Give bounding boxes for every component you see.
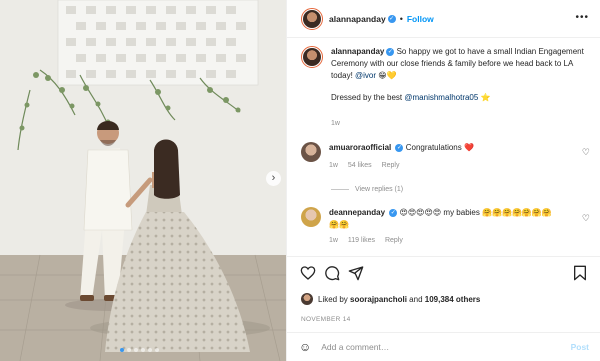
commenter-avatar[interactable] <box>301 142 321 162</box>
liked-by-summary: Liked by soorajpancholi and 109,384 othe… <box>301 293 480 305</box>
carousel-dot-5 <box>148 348 152 352</box>
commenter-avatar[interactable] <box>301 207 321 227</box>
heart-icon[interactable] <box>300 265 316 281</box>
emoji-icon[interactable]: ☺ <box>299 340 311 354</box>
bookmark-icon[interactable] <box>573 265 587 281</box>
comment-meta: 1w 54 likes Reply <box>329 160 561 172</box>
comment-likes[interactable]: 54 likes <box>348 162 372 169</box>
comment-reply-button[interactable]: Reply <box>385 237 403 244</box>
carousel-dot-4 <box>141 348 145 352</box>
post-header: alannapanday ✓ • Follow ••• <box>287 0 600 38</box>
post-photo[interactable]: › <box>0 0 286 361</box>
caption-paragraph-1: alannapanday ✓ So happy we got to have a … <box>331 46 586 82</box>
commenter-username[interactable]: amuaroraofficial <box>329 143 391 152</box>
liked-by-count[interactable]: 109,384 others <box>425 295 481 304</box>
liked-by-prefix: Liked by <box>318 294 348 304</box>
add-comment-bar: ☺ Post <box>287 332 600 361</box>
caption-author-avatar[interactable] <box>301 46 323 68</box>
comment-likes[interactable]: 119 likes <box>348 237 375 244</box>
post-date[interactable]: NOVEMBER 14 <box>301 316 351 323</box>
comment-time[interactable]: 1w <box>329 237 338 244</box>
author-avatar[interactable] <box>301 7 323 30</box>
comment-like-heart-icon[interactable]: ♡ <box>582 213 590 224</box>
author-username[interactable]: alannapanday <box>329 14 386 24</box>
carousel-dot-2 <box>127 348 131 352</box>
verified-badge-icon: ✓ <box>395 143 404 152</box>
comment-time[interactable]: 1w <box>329 162 338 169</box>
post-actions-bar <box>287 256 600 291</box>
comment-text-row: deannepanday ✓ 😍😍😍😍😍 my babies 🤗🤗🤗🤗🤗🤗🤗🤗🤗 <box>329 207 561 231</box>
liked-by-user[interactable]: soorajpancholi <box>350 295 407 304</box>
follow-button[interactable]: Follow <box>407 14 434 24</box>
comment-meta: 1w 119 likes Reply <box>329 235 561 247</box>
post-details-panel: alannapanday ✓ • Follow ••• alannapanday… <box>286 0 600 361</box>
verified-badge-icon: ✓ <box>386 47 395 56</box>
red-heart-emoji: ❤️ <box>464 143 474 152</box>
comment-text-row: amuaroraofficial ✓ Congratulations ❤️ <box>329 142 561 154</box>
carousel-dot-6 <box>155 348 159 352</box>
caption-username[interactable]: alannapanday <box>331 47 384 56</box>
verified-badge-icon: ✓ <box>389 208 398 217</box>
header-separator: • <box>399 13 403 24</box>
comment-item: amuaroraofficial ✓ Congratulations ❤️ 1w… <box>301 142 591 172</box>
caption-emojis-2: ⭐ <box>480 93 491 102</box>
liker-avatar[interactable] <box>301 293 313 305</box>
mention-link-manishmalhotra[interactable]: @manishmalhotra05 <box>404 93 478 102</box>
carousel-next-button[interactable]: › <box>266 171 281 186</box>
more-options-icon[interactable]: ••• <box>575 12 589 23</box>
comment-input[interactable] <box>321 342 571 352</box>
verified-badge-icon: ✓ <box>387 14 396 23</box>
view-replies-label: View replies (1) <box>355 186 404 193</box>
view-replies-line <box>331 189 349 190</box>
caption-text: alannapanday ✓ So happy we got to have a … <box>331 46 586 104</box>
chevron-right-icon: › <box>271 172 276 184</box>
caption-emojis-1: 😁💛 <box>378 71 397 80</box>
comment-like-heart-icon[interactable]: ♡ <box>582 147 590 158</box>
caption-paragraph-2: Dressed by the best @manishmalhotra05 ⭐ <box>331 92 586 104</box>
carousel-dot-1 <box>120 348 124 352</box>
carousel-dots <box>120 348 159 352</box>
comment-item: deannepanday ✓ 😍😍😍😍😍 my babies 🤗🤗🤗🤗🤗🤗🤗🤗🤗… <box>301 207 591 247</box>
liked-by-conj: and <box>409 294 423 304</box>
comment-icon[interactable] <box>324 265 340 281</box>
share-icon[interactable] <box>348 265 364 281</box>
comment-text: Congratulations <box>405 143 462 152</box>
post-comment-button[interactable]: Post <box>571 342 589 352</box>
view-replies-button[interactable]: View replies (1) <box>331 186 403 193</box>
engagement-photo-illustration <box>0 0 286 361</box>
carousel-dot-3 <box>134 348 138 352</box>
mention-link-ivor[interactable]: @ivor <box>355 71 376 80</box>
caption-text-line2: Dressed by the best <box>331 93 403 102</box>
comment-reply-button[interactable]: Reply <box>382 162 400 169</box>
commenter-username[interactable]: deannepanday <box>329 208 385 217</box>
caption: alannapanday ✓ So happy we got to have a … <box>301 46 591 104</box>
caption-timestamp[interactable]: 1w <box>331 120 340 127</box>
